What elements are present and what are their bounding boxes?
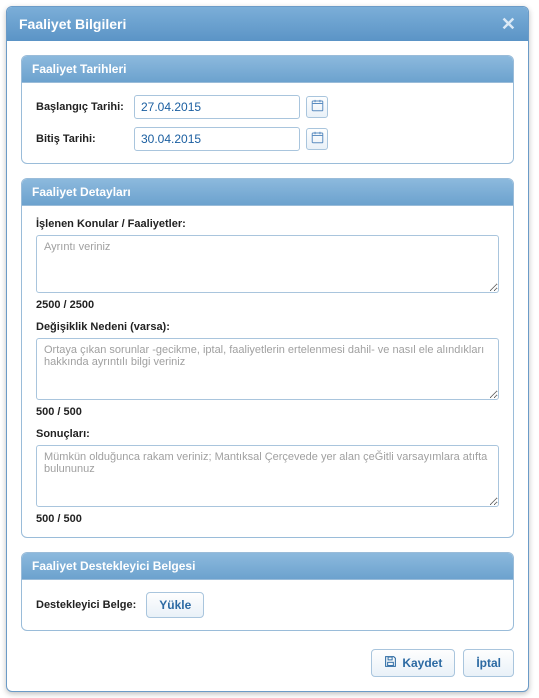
close-icon[interactable]: ✕ [501,17,516,31]
row-end-date: Bitiş Tarihi: [36,127,499,151]
field-change-reason: Değişiklik Nedeni (varsa): 500 / 500 [36,321,499,418]
save-button[interactable]: Kaydet [371,649,455,677]
topics-counter: 2500 / 2500 [36,299,499,311]
start-date-label: Başlangıç Tarihi: [36,101,134,113]
panel-details-body: İşlenen Konular / Faaliyetler: 2500 / 25… [22,206,513,537]
panel-docs-header: Faaliyet Destekleyici Belgesi [22,553,513,580]
panel-dates: Faaliyet Tarihleri Başlangıç Tarihi: Bit… [21,55,514,164]
dialog-footer: Kaydet İptal [21,645,514,677]
results-counter: 500 / 500 [36,513,499,525]
topics-label: İşlenen Konular / Faaliyetler: [36,218,499,230]
dialog-body: Faaliyet Tarihleri Başlangıç Tarihi: Bit… [7,41,528,691]
panel-docs-body: Destekleyici Belge: Yükle [22,580,513,630]
cancel-button-label: İptal [476,656,501,670]
end-date-picker-button[interactable] [306,128,328,150]
calendar-icon [311,131,324,147]
panel-dates-body: Başlangıç Tarihi: Bitiş Tarihi: [22,83,513,163]
results-textarea[interactable] [36,445,499,507]
topics-textarea[interactable] [36,235,499,293]
cancel-button[interactable]: İptal [463,649,514,677]
upload-row: Destekleyici Belge: Yükle [36,592,499,618]
panel-details-header: Faaliyet Detayları [22,179,513,206]
change-reason-textarea[interactable] [36,338,499,400]
change-reason-label: Değişiklik Nedeni (varsa): [36,321,499,333]
save-icon [384,655,397,671]
panel-details: Faaliyet Detayları İşlenen Konular / Faa… [21,178,514,538]
save-button-label: Kaydet [402,656,442,670]
field-topics: İşlenen Konular / Faaliyetler: 2500 / 25… [36,218,499,311]
upload-label: Destekleyici Belge: [36,599,136,611]
calendar-icon [311,99,324,115]
dialog: Faaliyet Bilgileri ✕ Faaliyet Tarihleri … [6,6,529,692]
change-reason-counter: 500 / 500 [36,406,499,418]
panel-docs: Faaliyet Destekleyici Belgesi Destekleyi… [21,552,514,631]
upload-button-label: Yükle [159,598,191,612]
dialog-title: Faaliyet Bilgileri [19,16,126,32]
start-date-input[interactable] [134,95,300,119]
results-label: Sonuçları: [36,428,499,440]
dialog-header: Faaliyet Bilgileri ✕ [7,7,528,41]
field-results: Sonuçları: 500 / 500 [36,428,499,525]
upload-button[interactable]: Yükle [146,592,204,618]
panel-dates-header: Faaliyet Tarihleri [22,56,513,83]
end-date-label: Bitiş Tarihi: [36,133,134,145]
row-start-date: Başlangıç Tarihi: [36,95,499,119]
end-date-input[interactable] [134,127,300,151]
start-date-picker-button[interactable] [306,96,328,118]
